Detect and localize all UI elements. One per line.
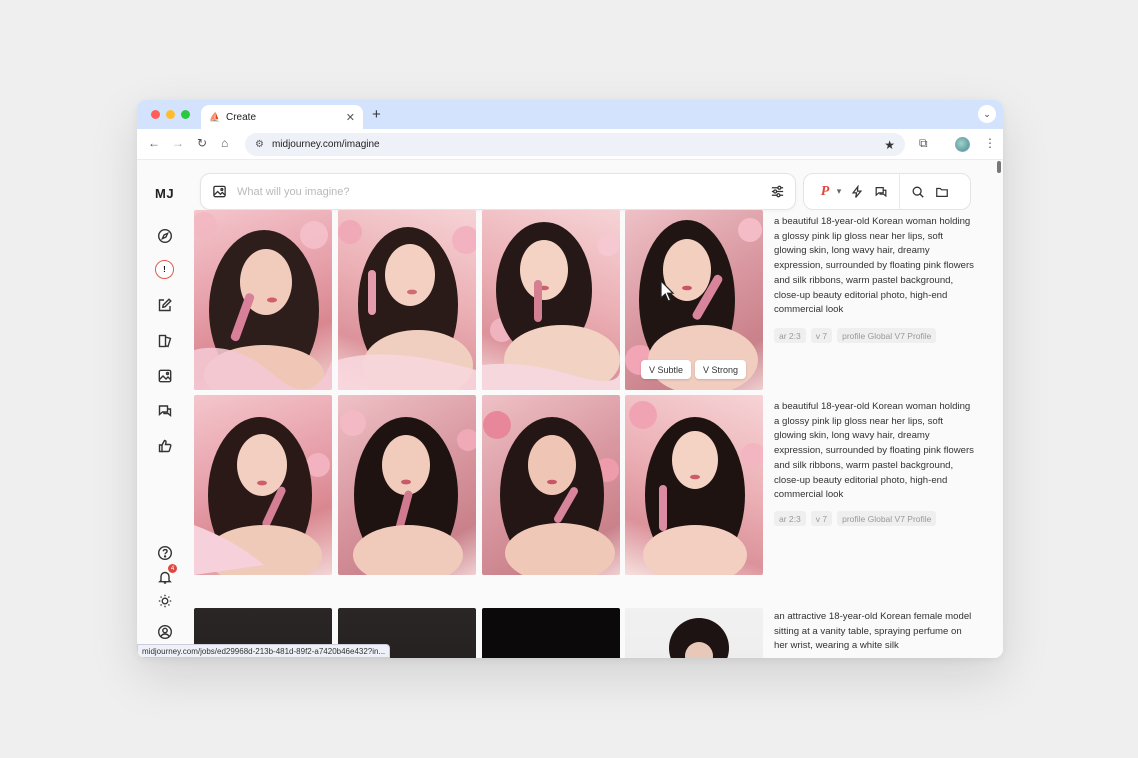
- browser-window: ⛵ Create ✕ + ⌄ ← → ↻ ⌂ ⚙ midjourney.com/…: [137, 100, 1003, 658]
- notification-badge: 4: [168, 564, 177, 573]
- sun-icon[interactable]: [155, 591, 174, 610]
- job-prompt[interactable]: a beautiful 18-year-old Korean woman hol…: [774, 400, 974, 503]
- param-chip[interactable]: profile Global V7 Profile: [837, 511, 937, 526]
- url-text: midjourney.com/imagine: [271, 139, 380, 150]
- tools-divider: [899, 173, 900, 210]
- job-params: ar 2:3 v 7 profile Global V7 Profile: [774, 511, 937, 526]
- reload-icon[interactable]: ↻: [197, 136, 207, 150]
- address-bar[interactable]: ⚙ midjourney.com/imagine ★: [245, 133, 905, 156]
- generated-image[interactable]: [482, 608, 620, 658]
- site-settings-icon[interactable]: ⚙: [255, 139, 264, 150]
- back-icon[interactable]: ←: [148, 136, 160, 150]
- tab-strip: ⛵ Create ✕ + ⌄: [137, 100, 1003, 129]
- account-icon[interactable]: [155, 622, 174, 641]
- generated-image[interactable]: V Subtle V Strong: [625, 210, 763, 390]
- generated-image[interactable]: [338, 210, 476, 390]
- thumbs-up-icon[interactable]: [155, 436, 174, 455]
- personalize-icon[interactable]: [155, 331, 174, 350]
- param-chip[interactable]: v 7: [810, 328, 833, 343]
- generated-image[interactable]: [338, 395, 476, 575]
- close-window-button[interactable]: [151, 110, 160, 119]
- bookmark-star-icon[interactable]: ★: [884, 138, 895, 152]
- create-label: !: [163, 265, 166, 274]
- chat-mode-icon[interactable]: [869, 181, 893, 203]
- add-image-icon[interactable]: [211, 184, 227, 200]
- maximize-window-button[interactable]: [181, 110, 190, 119]
- more-menu-icon[interactable]: ⋮: [984, 136, 996, 150]
- search-icon[interactable]: [906, 181, 930, 203]
- new-tab-button[interactable]: +: [372, 106, 381, 123]
- bell-icon[interactable]: 4: [155, 564, 177, 586]
- tab-close-icon[interactable]: ✕: [346, 111, 355, 124]
- logo[interactable]: MJ: [155, 186, 174, 201]
- forward-icon[interactable]: →: [172, 136, 184, 150]
- vary-strong-button[interactable]: V Strong: [695, 360, 747, 379]
- prompt-input[interactable]: [237, 185, 759, 198]
- job-params: ar 2:3 v 7 profile Global V7 Profile: [774, 328, 937, 343]
- chevron-down-icon[interactable]: ▾: [833, 181, 845, 203]
- sailboat-icon: ⛵: [209, 111, 221, 122]
- folder-icon[interactable]: [930, 181, 954, 203]
- profile-avatar[interactable]: [955, 137, 970, 152]
- help-icon[interactable]: [155, 543, 174, 562]
- tab-create[interactable]: ⛵ Create ✕: [201, 105, 363, 129]
- midjourney-page: MJ ! 4 What will you imagine? P ▾ V Subt…: [137, 160, 1003, 658]
- create-icon[interactable]: !: [155, 260, 174, 279]
- settings-sliders-icon[interactable]: [769, 184, 785, 200]
- edit-icon[interactable]: [155, 295, 174, 314]
- scrollbar[interactable]: [997, 161, 1001, 173]
- prompt-bar: [200, 173, 796, 210]
- param-chip[interactable]: ar 2:3: [774, 511, 806, 526]
- mouse-cursor-icon: [660, 280, 675, 302]
- tab-title: Create: [226, 111, 257, 123]
- param-chip[interactable]: ar 2:3: [774, 328, 806, 343]
- generated-image[interactable]: [482, 210, 620, 390]
- job-prompt[interactable]: an attractive 18-year-old Korean female …: [774, 610, 974, 656]
- param-chip[interactable]: v 7: [810, 511, 833, 526]
- generated-image[interactable]: [625, 608, 763, 658]
- browser-toolbar: ← → ↻ ⌂ ⚙ midjourney.com/imagine ★ ⧉ ⋮: [137, 129, 1003, 160]
- chat-icon[interactable]: [155, 401, 174, 420]
- compass-icon[interactable]: [155, 226, 174, 245]
- generated-image[interactable]: [482, 395, 620, 575]
- bolt-icon[interactable]: [845, 181, 869, 203]
- home-icon[interactable]: ⌂: [221, 136, 228, 150]
- job-prompt[interactable]: a beautiful 18-year-old Korean woman hol…: [774, 215, 974, 318]
- tab-search-icon[interactable]: ⌄: [978, 105, 996, 123]
- image-icon[interactable]: [155, 366, 174, 385]
- minimize-window-button[interactable]: [166, 110, 175, 119]
- generated-image[interactable]: [625, 395, 763, 575]
- link-status-url: midjourney.com/jobs/ed29968d-213b-481d-8…: [137, 644, 391, 658]
- tools-bar: P ▾: [803, 173, 971, 210]
- personalize-toggle[interactable]: P: [817, 181, 833, 203]
- vary-subtle-button[interactable]: V Subtle: [641, 360, 692, 379]
- sidebar: MJ ! 4: [137, 160, 193, 658]
- extensions-icon[interactable]: ⧉: [919, 136, 928, 151]
- param-chip[interactable]: profile Global V7 Profile: [837, 328, 937, 343]
- generated-image[interactable]: [194, 210, 332, 390]
- generated-image[interactable]: [194, 395, 332, 575]
